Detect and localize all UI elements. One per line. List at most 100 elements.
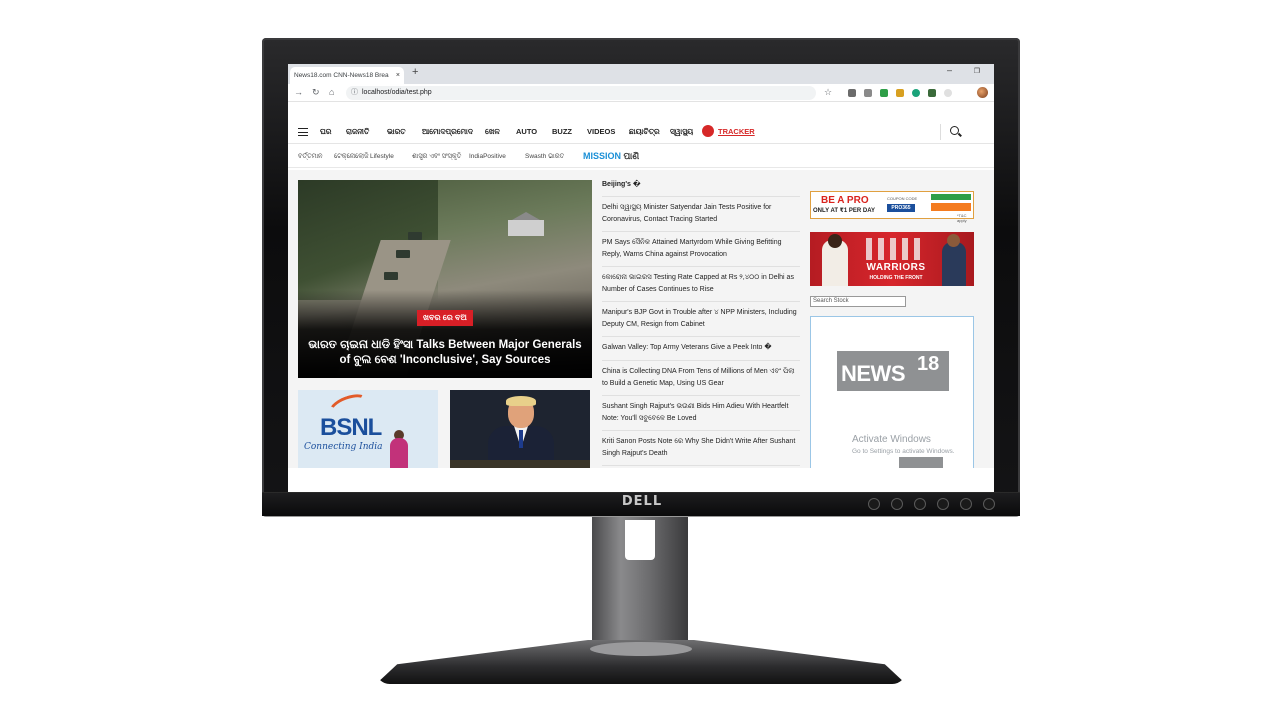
sub-nav-item-tech[interactable]: ଟେକ୍ନୋଲୋଜି: [334, 153, 369, 161]
sub-nav-item-culture[interactable]: ଶାସ୍ତ୍ର ଏବଂ ସଂସ୍କୃତି: [412, 153, 461, 161]
monitor-screen: News18.com CNN-News18 Brea × + – ❐ → ↻ ⌂…: [288, 64, 994, 492]
extension-icon-5[interactable]: [912, 89, 920, 97]
monitor-brand-logo: DELL: [621, 494, 663, 509]
hero-title[interactable]: ଭାରତ ଚାଇନା ଧାଡି ହିଂସା Talks Between Majo…: [306, 338, 584, 368]
hero-image-hut: [508, 220, 544, 236]
maximize-button[interactable]: ❐: [974, 67, 980, 75]
monitor-button-4[interactable]: [937, 498, 949, 510]
reload-icon[interactable]: ↻: [312, 87, 320, 98]
monitor-button-5[interactable]: [960, 498, 972, 510]
mission-label: MISSION: [583, 151, 622, 161]
ad-warriors-subtitle: HOLDING THE FRONT: [869, 275, 923, 281]
hero-image-truck: [384, 272, 398, 280]
virus-icon: [702, 125, 714, 137]
nav-item-tracker[interactable]: TRACKER: [718, 127, 755, 136]
thumbnail-hair: [506, 396, 536, 406]
ad-warriors-title: WARRIORS: [866, 262, 926, 273]
search-icon[interactable]: [948, 124, 964, 140]
extension-icon-6[interactable]: [928, 89, 936, 97]
nav-item-entertainment[interactable]: ଆମୋଦପ୍ରମୋଦ: [422, 127, 473, 137]
ad-banner-warriors[interactable]: WARRIORS HOLDING THE FRONT: [810, 232, 974, 286]
ad-warriors-person-right-head: [947, 234, 960, 247]
extension-icon-7[interactable]: [944, 89, 952, 97]
extension-icon-1[interactable]: [848, 89, 856, 97]
back-icon[interactable]: →: [294, 87, 303, 97]
headline-item[interactable]: Sushant Singh Rajput's ଭଉଣୀ Bids Him Adi…: [602, 396, 800, 431]
hero-story[interactable]: ଖବର ରେ ବଅ ଭାରତ ଚାଇନା ଧାଡି ହିଂସା Talks Be…: [298, 180, 592, 378]
sub-nav-item-indiapositive[interactable]: IndiaPositive: [469, 153, 506, 160]
story-thumbnail-press[interactable]: [450, 390, 590, 470]
browser-tab-bar: News18.com CNN-News18 Brea × + – ❐: [288, 64, 994, 84]
ad-pro-subtitle: ONLY AT ₹1 PER DAY: [813, 208, 875, 214]
profile-avatar[interactable]: [977, 87, 988, 98]
activate-windows-subtitle: Go to Settings to activate Windows.: [852, 448, 955, 455]
browser-tab[interactable]: News18.com CNN-News18 Brea ×: [290, 67, 404, 84]
hero-image-truck: [396, 250, 410, 258]
tab-title: News18.com CNN-News18 Brea: [294, 72, 389, 79]
minimize-button[interactable]: –: [947, 65, 952, 75]
sub-nav-item-swasth[interactable]: Swasth ଭାରତ: [525, 153, 564, 161]
monitor-button-1[interactable]: [868, 498, 880, 510]
headline-item[interactable]: Delhi ସ୍ୱାସ୍ଥ୍ୟ Minister Satyendar Jain …: [602, 197, 800, 232]
url-text: localhost/odia/test.php: [362, 89, 432, 96]
ad-pro-logo: [931, 194, 971, 200]
headline-item[interactable]: କୋରୋନା ଭାଇରସ Testing Rate Capped at Rs ୨…: [602, 267, 800, 302]
mission-paani-label: ପାଣି: [623, 151, 640, 161]
monitor-button-2[interactable]: [891, 498, 903, 510]
hamburger-icon[interactable]: [298, 128, 308, 136]
headline-list: Beijing's � Delhi ସ୍ୱାସ୍ଥ୍ୟ Minister Sat…: [602, 180, 800, 466]
headline-item[interactable]: Beijing's �: [602, 180, 800, 197]
news18-logo-text: NEWS: [841, 361, 906, 386]
site-sub-nav: ବର୍ତ୍ତମାନ ଟେକ୍ନୋଲୋଜି Lifestyle ଶାସ୍ତ୍ର ଏ…: [288, 146, 994, 168]
headline-item[interactable]: China is Collecting DNA From Tens of Mil…: [602, 361, 800, 396]
ad-news18-box[interactable]: NEWS 18: [810, 316, 974, 492]
monitor-power-button[interactable]: [983, 498, 995, 510]
nav-item-sports[interactable]: ଖେଳ: [485, 127, 500, 137]
story-thumbnail-bsnl[interactable]: BSNL Connecting India: [298, 390, 438, 470]
bsnl-logo: BSNL: [320, 414, 382, 441]
monitor-stand-cable-hole: [625, 520, 655, 560]
ad-pro-title: BE A PRO: [821, 195, 869, 206]
browser-toolbar: → ↻ ⌂ ⓘ localhost/odia/test.php ☆: [288, 84, 994, 102]
headline-item[interactable]: PM Says ସୈନିକ Attained Martyrdom While G…: [602, 232, 800, 267]
home-icon[interactable]: ⌂: [329, 87, 334, 97]
info-icon[interactable]: ⓘ: [351, 86, 358, 100]
page-bottom-strip: [288, 468, 994, 492]
nav-item-photos[interactable]: ଛାୟାଚିତ୍ର: [629, 127, 660, 137]
ad-banner-pro[interactable]: BE A PRO ONLY AT ₹1 PER DAY COUPON CODE …: [810, 191, 974, 223]
extension-icon-2[interactable]: [864, 89, 872, 97]
nav-divider: [940, 124, 941, 140]
search-stock-input[interactable]: Search Stock: [810, 296, 906, 307]
nav-item-buzz[interactable]: BUZZ: [552, 127, 572, 136]
nav-item-politics[interactable]: ରାଜନୀତି: [346, 127, 369, 137]
headline-item[interactable]: Manipur's BJP Govt in Trouble after ୪ NP…: [602, 302, 800, 337]
sub-nav-item-lifestyle[interactable]: Lifestyle: [370, 153, 394, 160]
address-bar[interactable]: ⓘ localhost/odia/test.php: [346, 86, 816, 100]
ad-warriors-person-left-head: [828, 234, 842, 248]
ad-pro-subscribe-button[interactable]: [931, 203, 971, 211]
new-tab-button[interactable]: +: [412, 66, 418, 78]
ad-warriors-person-right: [942, 242, 966, 286]
sub-nav-item-now[interactable]: ବର୍ତ୍ତମାନ: [298, 153, 323, 161]
extension-icon-3[interactable]: [880, 89, 888, 97]
monitor-stand-joint: [590, 642, 692, 656]
headline-item[interactable]: Kriti Sanon Posts Note ରେ Why She Didn't…: [602, 431, 800, 466]
thumbnail-tie: [519, 430, 523, 448]
star-icon[interactable]: ☆: [824, 87, 832, 98]
tab-close-icon[interactable]: ×: [396, 67, 400, 84]
ad-pro-coupon-label: COUPON CODE: [887, 196, 918, 201]
thumbnail-person: [390, 438, 408, 470]
extension-icon-4[interactable]: [896, 89, 904, 97]
nav-item-home[interactable]: ଘର: [320, 127, 332, 137]
nav-item-videos[interactable]: VIDEOS: [587, 127, 615, 136]
monitor-button-3[interactable]: [914, 498, 926, 510]
nav-item-india[interactable]: ଭାରତ: [387, 127, 406, 137]
news18-logo: NEWS 18: [837, 351, 949, 391]
ad-warriors-figures: [866, 238, 926, 260]
nav-item-health[interactable]: ସ୍ୱାସ୍ଥ୍ୟ: [670, 127, 693, 137]
nav-item-auto[interactable]: AUTO: [516, 127, 537, 136]
hero-badge: ଖବର ରେ ବଅ: [417, 310, 473, 326]
mission-paani-link[interactable]: MISSION ପାଣି: [583, 151, 639, 162]
news18-logo-number: 18: [917, 353, 940, 375]
headline-item[interactable]: Galwan Valley: Top Army Veterans Give a …: [602, 337, 800, 361]
